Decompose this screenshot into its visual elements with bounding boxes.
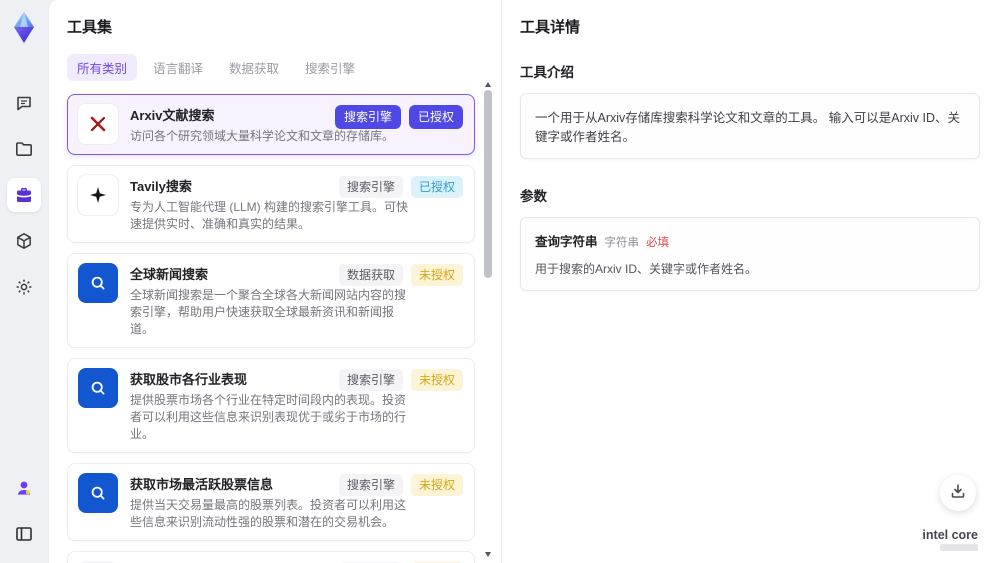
tool-detail-pane: 工具详情 工具介绍 一个用于从Arxiv存储库搜索科学论文和文章的工具。 输入可… (501, 0, 1000, 563)
toolbox-icon (14, 185, 34, 205)
tool-description: 提供股票市场各个行业在特定时间段内的表现。投资者可以利用这些信息来识别表现优于或… (130, 393, 407, 441)
nav-chat-button[interactable] (7, 86, 41, 120)
tab-data-acquisition[interactable]: 数据获取 (219, 54, 289, 81)
nav-files-button[interactable] (7, 132, 41, 166)
tool-intro-text: 一个用于从Arxiv存储库搜索科学论文和文章的工具。 输入可以是Arxiv ID… (520, 93, 980, 159)
tab-all-categories[interactable]: 所有类别 (67, 54, 138, 81)
nav-tools-button[interactable] (7, 178, 41, 212)
tool-cards-list: Arxiv文献搜索 访问各个研究领域大量科学论文和文章的存储库。 搜索引擎 已授… (67, 94, 475, 563)
intro-section-title: 工具介绍 (520, 65, 574, 80)
user-profile-button[interactable] (7, 471, 41, 505)
scrollbar-thumb[interactable] (484, 90, 492, 278)
download-button[interactable] (940, 475, 976, 511)
settings-gear-icon (14, 277, 34, 297)
category-badge: 数据获取 (338, 264, 403, 286)
tool-description: 提供当天交易量最高的股票列表。投资者可以利用这些信息来识别流动性强的股票和潜在的… (130, 498, 407, 529)
tool-card-arxiv[interactable]: Arxiv文献搜索 访问各个研究领域大量科学论文和文章的存储库。 搜索引擎 已授… (67, 94, 475, 155)
tool-list-pane: 工具集 所有类别 语言翻译 数据获取 搜索引擎 Arxiv文献搜索 访问各个研究… (49, 0, 501, 563)
news-search-blue-icon (78, 368, 118, 408)
category-badge: 搜索引擎 (338, 176, 403, 198)
nav-settings-button[interactable] (7, 270, 41, 304)
package-icon (14, 231, 34, 251)
main-panel: 工具集 所有类别 语言翻译 数据获取 搜索引擎 Arxiv文献搜索 访问各个研究… (48, 0, 1000, 563)
download-icon (949, 482, 967, 505)
tool-description: 全球新闻搜索是一个聚合全球各大新闻网站内容的搜索引擎，帮助用户快速获取全球最新资… (130, 288, 407, 336)
scroll-up-arrow-icon[interactable] (485, 82, 491, 87)
tool-card-active-stocks[interactable]: 获取市场最活跃股票信息 提供当天交易量最高的股票列表。投资者可以利用这些信息来识… (67, 463, 475, 541)
brand-ultra-mark (940, 544, 978, 551)
folder-icon (14, 139, 34, 159)
tool-card-regional-news[interactable]: 万维地区新闻查询 查询具体行政区划内的新闻，快速了解各地新闻动 搜索引擎 未授权 (67, 551, 475, 563)
auth-status-badge: 未授权 (410, 264, 463, 286)
intel-core-logo: intel core (922, 528, 978, 551)
tool-description: 访问各个研究领域大量科学论文和文章的存储库。 (130, 129, 395, 143)
arxiv-logo-icon (78, 104, 118, 144)
news-search-blue-icon (78, 473, 118, 513)
auth-status-badge: 未授权 (410, 369, 463, 391)
tool-card-global-news[interactable]: 全球新闻搜索 全球新闻搜索是一个聚合全球各大新闻网站内容的搜索引擎，帮助用户快速… (67, 253, 475, 348)
detail-title: 工具详情 (520, 19, 581, 36)
auth-status-badge: 已授权 (410, 176, 463, 198)
page-title: 工具集 (67, 19, 113, 36)
tab-language-translation[interactable]: 语言翻译 (143, 54, 213, 81)
user-avatar-icon (14, 478, 34, 498)
category-badge: 搜索引擎 (338, 369, 403, 391)
auth-status-badge: 已授权 (408, 105, 463, 129)
param-description: 用于搜索的Arxiv ID、关键字或作者姓名。 (535, 262, 758, 276)
param-card: 查询字符串 字符串 必填 用于搜索的Arxiv ID、关键字或作者姓名。 (520, 217, 980, 291)
category-badge: 搜索引擎 (338, 474, 403, 496)
param-required-flag: 必填 (646, 237, 670, 249)
nav-models-button[interactable] (7, 224, 41, 258)
brand-text: intel core (922, 528, 978, 542)
tavily-star-icon (78, 175, 118, 215)
left-navigation-rail (0, 0, 48, 563)
chat-icon (14, 93, 34, 113)
scroll-down-arrow-icon[interactable] (485, 552, 491, 557)
collapse-panel-icon (14, 524, 34, 544)
app-logo[interactable] (8, 10, 40, 46)
news-search-blue-icon (78, 263, 118, 303)
collapse-sidebar-button[interactable] (7, 517, 41, 551)
tool-card-sector-performance[interactable]: 获取股市各行业表现 提供股票市场各个行业在特定时间段内的表现。投资者可以利用这些… (67, 358, 475, 453)
list-scrollbar[interactable] (484, 82, 492, 557)
category-badge: 搜索引擎 (334, 105, 401, 129)
tab-search-engine[interactable]: 搜索引擎 (295, 54, 365, 81)
tool-description: 专为人工智能代理 (LLM) 构建的搜索引擎工具。可快速提供实时、准确和真实的结… (130, 200, 409, 231)
auth-status-badge: 未授权 (410, 474, 463, 496)
param-type: 字符串 (604, 237, 640, 249)
category-tabs: 所有类别 语言翻译 数据获取 搜索引擎 (67, 54, 475, 81)
param-name: 查询字符串 (535, 235, 598, 249)
params-section-title: 参数 (520, 189, 547, 204)
tool-card-tavily[interactable]: Tavily搜索 专为人工智能代理 (LLM) 构建的搜索引擎工具。可快速提供实… (67, 165, 475, 243)
